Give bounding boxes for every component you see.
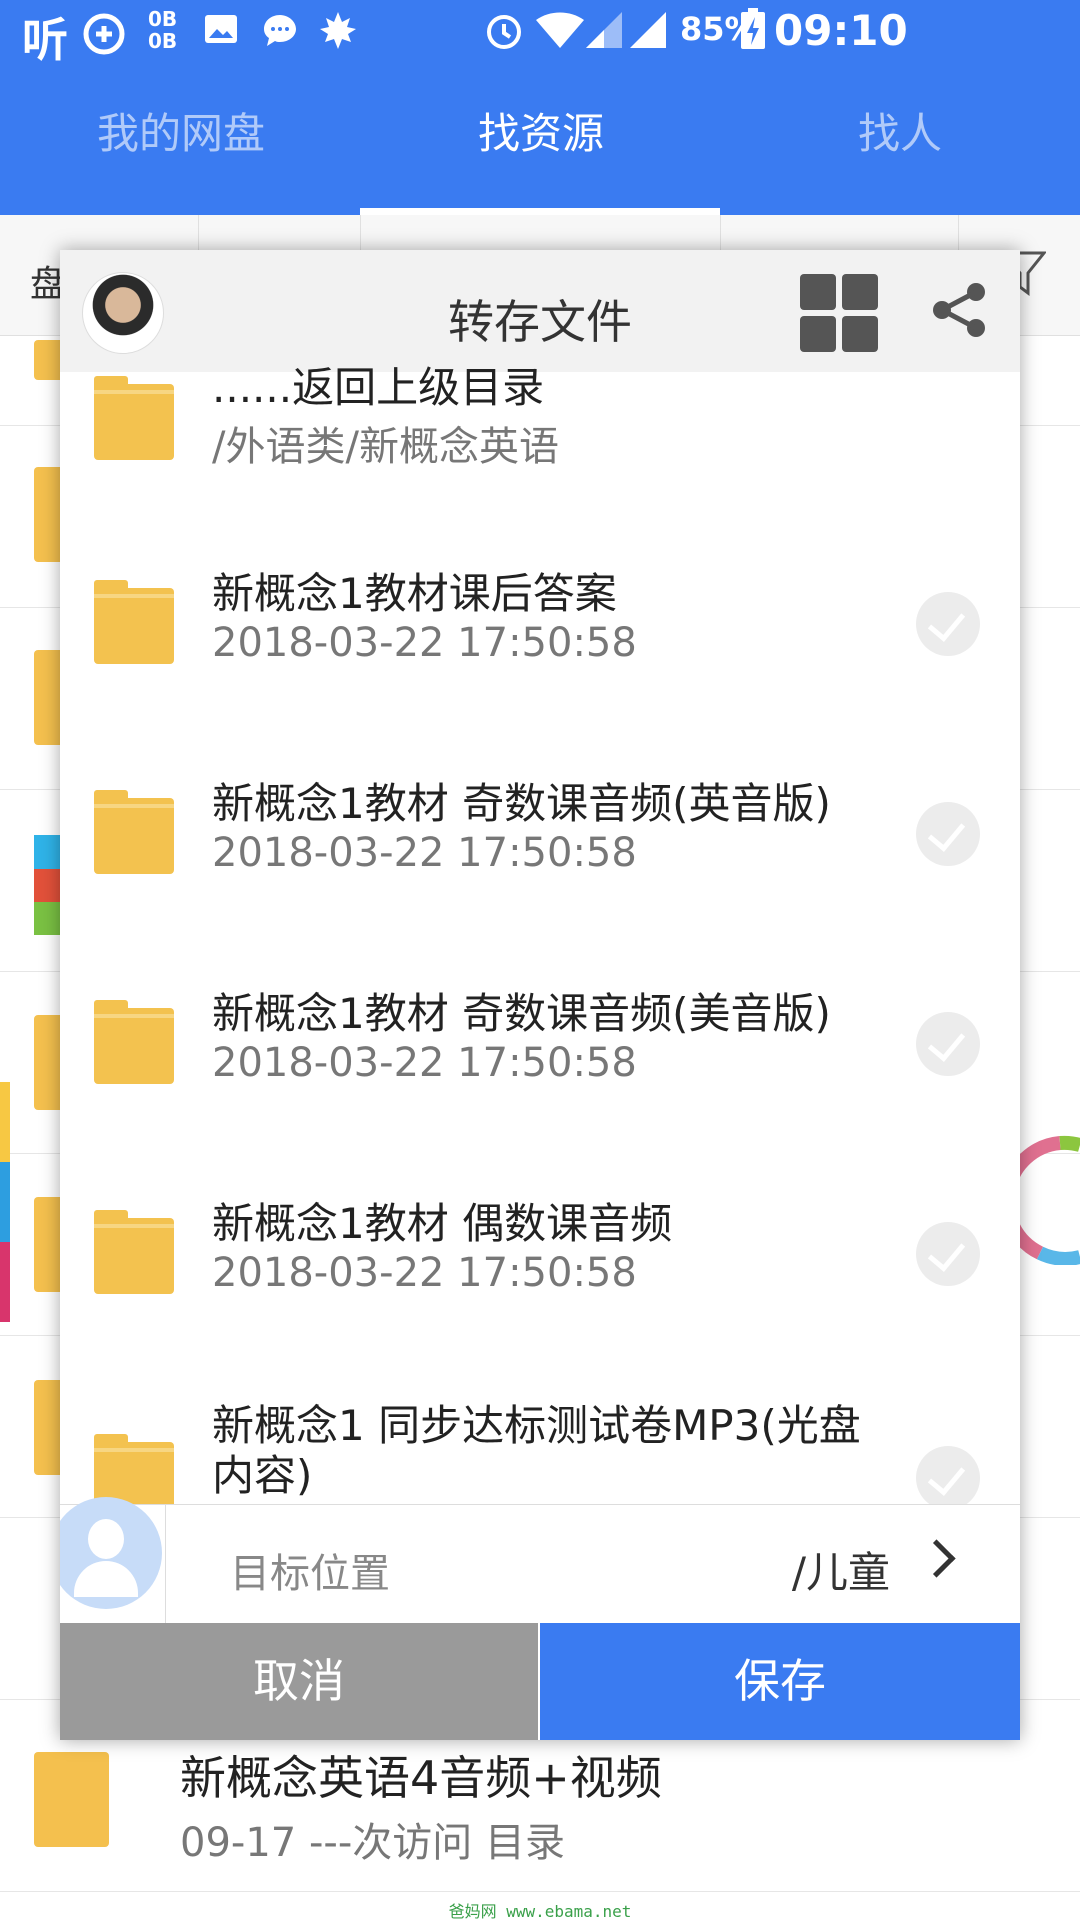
tab-find-people[interactable]: 找人: [858, 100, 942, 161]
grid-view-icon[interactable]: [800, 274, 880, 354]
item-name: 新概念1教材 偶数课音频: [212, 1199, 673, 1248]
select-check-icon[interactable]: [916, 802, 980, 866]
chevron-right-icon: [917, 1539, 956, 1578]
notification-icon: [83, 13, 125, 55]
select-check-icon[interactable]: [916, 1012, 980, 1076]
file-list-item[interactable]: 新概念1 同步达标测试卷MP3(光盘 内容): [60, 1352, 1020, 1504]
save-file-dialog: 转存文件 ......返回上级目录 /外语类/新概念英语 新概念1教材课后答案 …: [60, 250, 1020, 1740]
bottom-item-meta: 09-17 ---次访问 目录: [180, 1820, 565, 1866]
share-icon[interactable]: [930, 280, 990, 340]
folder-icon: [94, 1000, 174, 1084]
data-rate-up: 0B: [148, 7, 178, 31]
save-button[interactable]: 保存: [540, 1623, 1020, 1740]
file-list-item[interactable]: 新概念1教材 奇数课音频(美音版) 2018-03-22 17:50:58: [60, 932, 1020, 1142]
folder-icon: [94, 580, 174, 664]
image-icon: [205, 15, 237, 43]
alarm-icon: [487, 15, 521, 49]
item-name-line2: 内容): [212, 1451, 313, 1500]
clock: 09:10: [774, 6, 908, 55]
folder-icon: [94, 1210, 174, 1294]
leaf-icon: [320, 12, 356, 49]
folder-icon: [94, 376, 174, 460]
select-check-icon[interactable]: [916, 1446, 980, 1504]
select-check-icon[interactable]: [916, 592, 980, 656]
wifi-icon: [536, 12, 584, 48]
target-location-value: /儿童: [791, 1548, 890, 1597]
tab-my-disk[interactable]: 我的网盘: [97, 100, 265, 161]
item-date: 2018-03-22 17:50:58: [212, 830, 637, 876]
item-date: 2018-03-22 17:50:58: [212, 1250, 637, 1296]
file-list-item[interactable]: 新概念1教材 偶数课音频 2018-03-22 17:50:58: [60, 1142, 1020, 1352]
signal-icon: [630, 12, 666, 48]
folder-icon: [94, 790, 174, 874]
folder-icon: [34, 1752, 109, 1847]
battery-charging-icon: [741, 8, 765, 49]
back-item-label: ......返回上级目录: [212, 363, 545, 412]
tab-find-resources[interactable]: 找资源: [478, 100, 604, 161]
app-logo-icon: 听: [22, 13, 68, 67]
item-name: 新概念1教材 奇数课音频(美音版): [212, 989, 831, 1038]
status-bar: 听 0B 0B 85% 09:10: [0, 0, 1080, 75]
bottom-item-name: 新概念英语4音频+视频: [180, 1751, 662, 1805]
item-name: 新概念1教材 奇数课音频(英音版): [212, 779, 831, 828]
row-divider: [165, 1505, 166, 1623]
item-date: 2018-03-22 17:50:58: [212, 620, 637, 666]
signal-weak-icon: [586, 12, 622, 48]
file-list-item[interactable]: 新概念1教材课后答案 2018-03-22 17:50:58: [60, 512, 1020, 722]
data-rate-indicator: 0B 0B: [148, 8, 177, 52]
back-item-path: /外语类/新概念英语: [212, 424, 559, 470]
item-date: 2018-03-22 17:50:58: [212, 1040, 637, 1086]
watermark: 爸妈网 www.ebama.net: [448, 1902, 632, 1921]
folder-icon: [94, 1434, 174, 1504]
file-list-item[interactable]: 新概念1教材 奇数课音频(英音版) 2018-03-22 17:50:58: [60, 722, 1020, 932]
select-check-icon[interactable]: [916, 1222, 980, 1286]
target-location-label: 目标位置: [230, 1551, 390, 1597]
message-icon: [264, 15, 296, 46]
item-name: 新概念1教材课后答案: [212, 569, 617, 618]
back-to-parent-item[interactable]: ......返回上级目录 /外语类/新概念英语: [60, 363, 1020, 512]
data-rate-down: 0B: [148, 29, 178, 53]
cancel-button[interactable]: 取消: [60, 1623, 538, 1740]
target-location-row[interactable]: 目标位置 /儿童: [60, 1497, 1020, 1623]
default-avatar-icon: [60, 1497, 162, 1609]
active-tab-indicator: [360, 208, 720, 215]
app-header: 听 0B 0B 85% 09:10 我的网盘 找资源 找人: [0, 0, 1080, 215]
